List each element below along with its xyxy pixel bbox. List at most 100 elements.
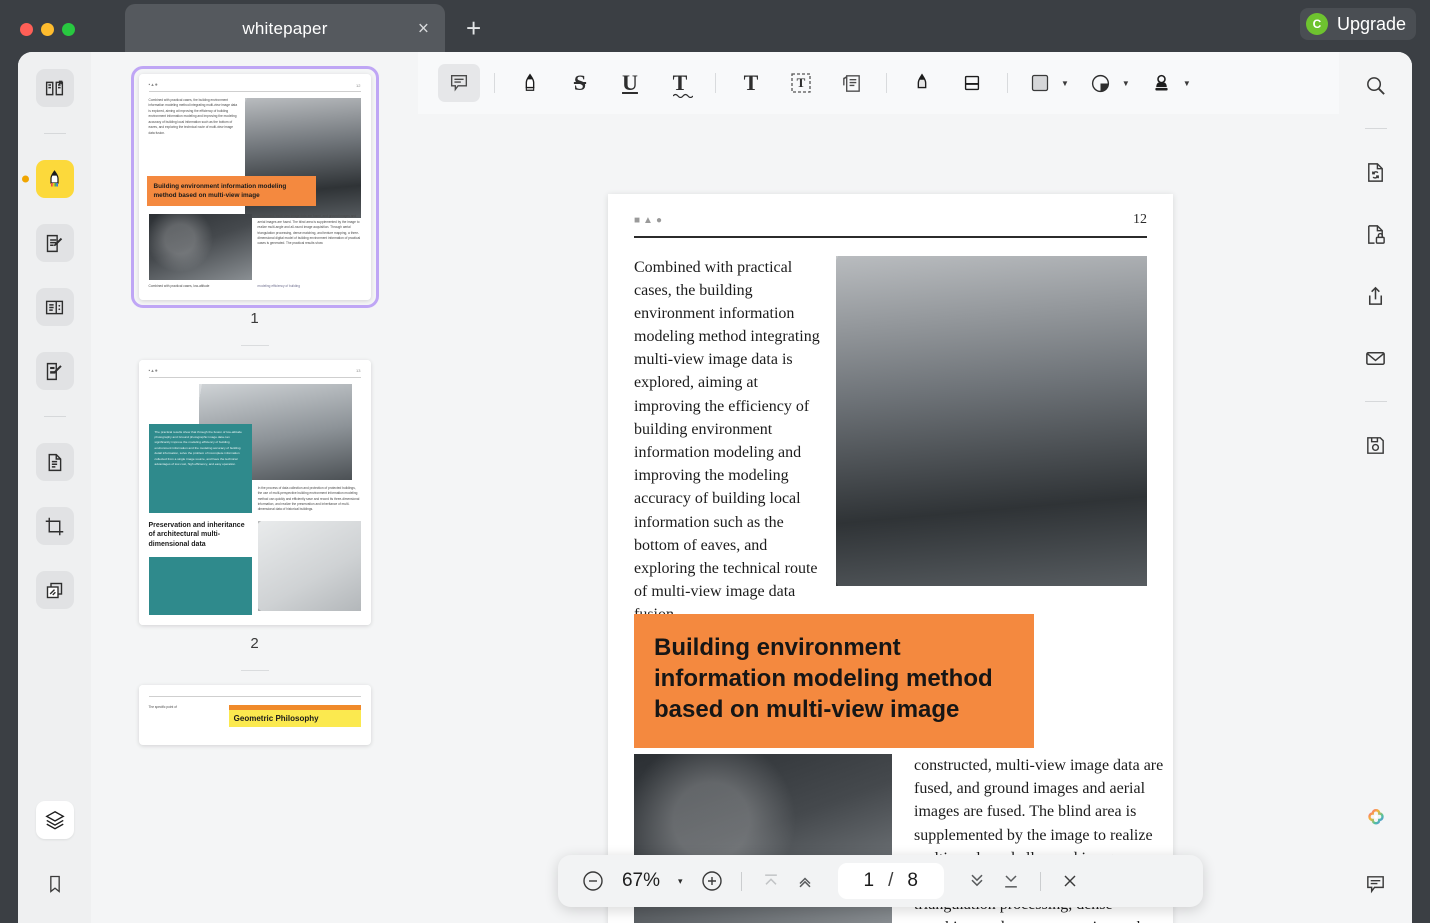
ai-assistant-button[interactable]: [1357, 801, 1395, 839]
comment-icon: [1364, 873, 1387, 896]
thumbnail-wrap-3: The specific point of Geometric Philosop…: [139, 685, 371, 745]
sidebar-item-document-pages[interactable]: [36, 443, 74, 481]
sticker-icon: [1083, 64, 1119, 102]
eraser-tool-button[interactable]: [951, 64, 993, 102]
close-tab-icon[interactable]: ×: [418, 20, 429, 39]
last-page-button[interactable]: [994, 864, 1028, 898]
stamp-tool-button[interactable]: ▼: [1144, 64, 1191, 102]
page-thumbnail-1[interactable]: ▪▴● 12 Combined with practical cases, th…: [139, 74, 371, 300]
ai-sparkle-icon: [1363, 807, 1389, 833]
thumb-heading-3: Geometric Philosophy: [229, 710, 361, 727]
sidebar-item-page-layout[interactable]: [36, 288, 74, 326]
sticky-note-tool-button[interactable]: [830, 64, 872, 102]
thumb-divider-2: [241, 670, 269, 671]
text-box-tool-button[interactable]: T: [780, 64, 822, 102]
rail-divider-2: [44, 416, 66, 417]
sidebar-item-organize-pages[interactable]: [36, 571, 74, 609]
next-page-button[interactable]: [960, 864, 994, 898]
comments-panel-button[interactable]: [1357, 865, 1395, 903]
account-avatar: C: [1306, 13, 1328, 35]
strikethrough-tool-button[interactable]: S: [559, 64, 601, 102]
protect-file-button[interactable]: [1357, 215, 1395, 253]
zoom-level-label[interactable]: 67%: [610, 870, 672, 892]
email-button[interactable]: [1357, 339, 1395, 377]
save-icon: [1364, 434, 1387, 457]
highlight-tool-button[interactable]: [509, 64, 551, 102]
highlighter-icon: [519, 72, 541, 94]
squiggly-underline-tool-button[interactable]: T: [659, 64, 701, 102]
save-button[interactable]: [1357, 426, 1395, 464]
sidebar-item-edit-document[interactable]: [36, 224, 74, 262]
thumb-col-2c1: Preservation and inheritance of architec…: [149, 521, 252, 615]
layers-icon: [44, 809, 66, 831]
book-open-icon: [44, 78, 65, 99]
thumbnail-panel[interactable]: ▪▴● 12 Combined with practical cases, th…: [91, 52, 418, 923]
thumb-pageno-2: 13: [356, 368, 360, 373]
thumb-rule-1: [149, 91, 361, 92]
chevron-down-icon: ▼: [1061, 79, 1069, 88]
search-button[interactable]: [1357, 66, 1395, 104]
convert-file-button[interactable]: [1357, 153, 1395, 191]
upgrade-button[interactable]: C Upgrade: [1300, 8, 1416, 40]
thumb-heading-2: Preservation and inheritance of architec…: [149, 521, 252, 549]
sidebar-item-reader-view[interactable]: [36, 69, 74, 107]
copy-pages-icon: [44, 580, 65, 601]
sidebar-item-layers[interactable]: [36, 801, 74, 839]
lock-file-icon: [1364, 223, 1387, 246]
thumb-cols-1c: Combined with practical cases, low-altit…: [149, 284, 361, 289]
zoom-out-button[interactable]: [576, 864, 610, 898]
thumbnail-number-1: 1: [139, 310, 371, 327]
sidebar-item-sign-document[interactable]: [36, 352, 74, 390]
first-page-button[interactable]: [754, 864, 788, 898]
thumb-cols-3: The specific point of Geometric Philosop…: [149, 705, 361, 727]
page-thumbnail-2[interactable]: ▪▴● 13 The practical results show that t…: [139, 360, 371, 626]
toolbar-divider-4: [1007, 73, 1008, 93]
underline-tool-button[interactable]: U: [609, 64, 651, 102]
shape-tool-button[interactable]: ▼: [1022, 64, 1069, 102]
thumb-rule-2: [149, 377, 361, 378]
thumb-cols-2: The practical results show that through …: [149, 424, 361, 513]
page-header-marks: ■▲●: [634, 215, 665, 226]
document-viewer[interactable]: ■▲● 12 Combined with practical cases, th…: [418, 114, 1339, 923]
thumb-cols-1b: constructed, multi-view image data are f…: [149, 214, 361, 280]
new-tab-icon[interactable]: +: [466, 15, 481, 41]
page-header-rule: [634, 236, 1147, 238]
share-icon: [1364, 285, 1387, 308]
pencil-icon: [911, 72, 933, 94]
document-top-section: Combined with practical cases, the build…: [634, 256, 1147, 627]
maximize-window-button[interactable]: [62, 23, 75, 36]
right-toolbar-rail: [1339, 52, 1412, 923]
page-number-field[interactable]: 1 / 8: [838, 863, 944, 899]
zoom-in-button[interactable]: [695, 864, 729, 898]
toolbar-divider-2: [715, 73, 716, 93]
text-tool-button[interactable]: T: [730, 64, 772, 102]
tab-title: whitepaper: [242, 19, 327, 39]
sidebar-item-highlight-tool[interactable]: [36, 160, 74, 198]
page-thumbnail-3[interactable]: The specific point of Geometric Philosop…: [139, 685, 371, 745]
share-button[interactable]: [1357, 277, 1395, 315]
thumb-marks-2: ▪▴●: [149, 368, 159, 374]
comment-tool-button[interactable]: [438, 64, 480, 102]
edit-document-icon: [44, 233, 65, 254]
bookmark-icon: [45, 874, 65, 894]
close-navigation-button[interactable]: [1053, 864, 1087, 898]
left-toolbar-rail: [18, 52, 91, 923]
close-window-button[interactable]: [20, 23, 33, 36]
document-tab[interactable]: whitepaper ×: [125, 4, 445, 54]
upgrade-label: Upgrade: [1337, 14, 1406, 35]
sidebar-item-bookmarks[interactable]: [36, 865, 74, 903]
sidebar-item-crop-page[interactable]: [36, 507, 74, 545]
thumb-teal-block-2: The practical results show that through …: [149, 424, 252, 513]
text-box-icon: T: [789, 71, 813, 95]
zoom-dropdown-icon[interactable]: ▾: [678, 876, 683, 887]
document-left-column: Combined with practical cases, the build…: [634, 256, 836, 627]
rail-divider-1: [44, 133, 66, 134]
pencil-tool-button[interactable]: [901, 64, 943, 102]
minimize-window-button[interactable]: [41, 23, 54, 36]
page-header: ■▲● 12: [634, 212, 1147, 228]
previous-page-button[interactable]: [788, 864, 822, 898]
sticker-tool-button[interactable]: ▼: [1083, 64, 1130, 102]
app-root: whitepaper × + C Upgrade: [0, 0, 1430, 923]
thumb-text-1d: modeling efficiency of building: [258, 284, 361, 289]
active-indicator-dot: [22, 176, 29, 183]
